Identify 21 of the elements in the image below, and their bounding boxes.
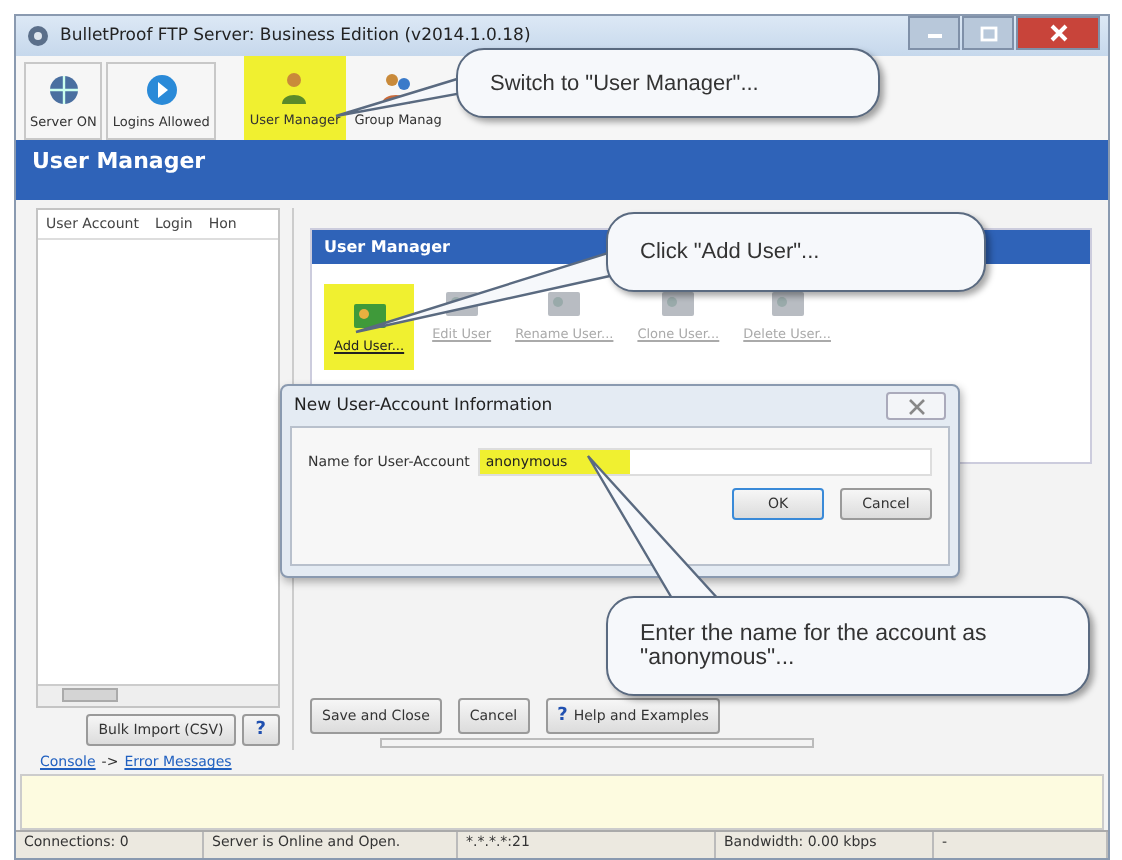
close-icon xyxy=(1049,24,1067,42)
horizontal-scrollbar[interactable] xyxy=(380,738,814,748)
window-title: BulletProof FTP Server: Business Edition (v2014.1.0.18) xyxy=(60,26,531,46)
minimize-button[interactable] xyxy=(908,16,960,50)
close-button[interactable] xyxy=(1016,16,1100,50)
close-icon xyxy=(907,397,925,415)
close-button[interactable] xyxy=(886,392,946,420)
maximize-icon xyxy=(979,25,997,41)
user-card-icon xyxy=(769,288,806,320)
maximize-button[interactable] xyxy=(962,16,1014,50)
user-card-icon xyxy=(546,288,583,320)
play-icon xyxy=(143,72,180,108)
horizontal-scrollbar[interactable] xyxy=(38,684,278,706)
help-icon: ? xyxy=(557,706,568,726)
dialog-title: New User-Account Information xyxy=(294,396,553,416)
user-card-icon xyxy=(660,288,697,320)
section-title: User Manager xyxy=(32,148,206,174)
help-button[interactable]: ? xyxy=(241,714,280,746)
globe-icon xyxy=(45,72,82,108)
user-card-icon xyxy=(351,300,388,332)
callout-tooltip: Click "Add User"... xyxy=(606,212,986,292)
